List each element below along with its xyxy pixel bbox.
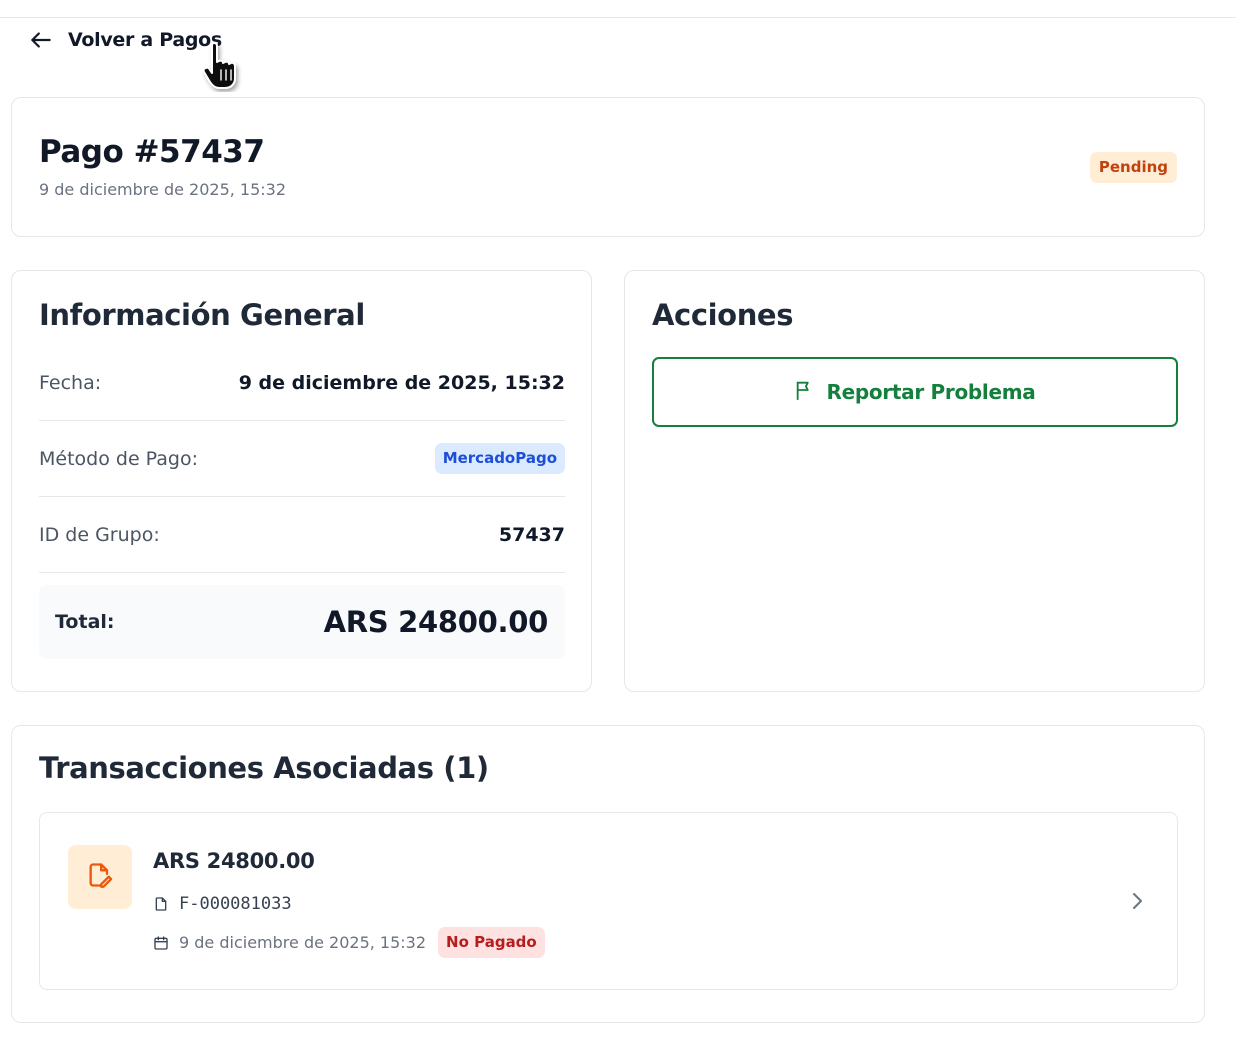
transaction-icon-box (68, 845, 132, 909)
total-label: Total: (55, 611, 115, 633)
calendar-icon (153, 935, 169, 951)
back-to-payments-link[interactable]: Volver a Pagos (28, 26, 222, 54)
payment-method-label: Método de Pago: (39, 447, 199, 470)
top-divider (0, 17, 1236, 18)
file-icon (153, 896, 169, 912)
flag-icon (794, 379, 816, 405)
total-box: Total: ARS 24800.00 (39, 585, 565, 659)
info-row-group-id: ID de Grupo: 57437 (39, 497, 565, 573)
associated-transactions-card: Transacciones Asociadas (1) ARS 24800.00… (11, 725, 1205, 1023)
group-id-value: 57437 (498, 523, 565, 546)
payment-date: 9 de diciembre de 2025, 15:32 (39, 180, 287, 199)
report-problem-label: Reportar Problema (826, 380, 1036, 404)
report-problem-button[interactable]: Reportar Problema (652, 357, 1178, 427)
general-info-card: Información General Fecha: 9 de diciembr… (11, 270, 592, 692)
date-label: Fecha: (39, 371, 102, 394)
arrow-left-icon (28, 27, 54, 53)
info-row-payment-method: Método de Pago: MercadoPago (39, 421, 565, 497)
payment-method-badge: MercadoPago (434, 443, 565, 474)
actions-card: Acciones Reportar Problema (624, 270, 1205, 692)
total-value: ARS 24800.00 (323, 605, 549, 639)
date-value: 9 de diciembre de 2025, 15:32 (238, 371, 565, 394)
actions-title: Acciones (652, 298, 794, 332)
page-title: Pago #57437 (39, 134, 265, 170)
transactions-title: Transacciones Asociadas (1) (39, 751, 489, 785)
file-edit-icon (86, 861, 114, 893)
back-link-label: Volver a Pagos (68, 29, 222, 51)
transaction-date: 9 de diciembre de 2025, 15:32 (179, 933, 427, 952)
payment-header-card: Pago #57437 9 de diciembre de 2025, 15:3… (11, 97, 1205, 237)
transaction-status-badge: No Pagado (438, 927, 545, 958)
transaction-date-row: 9 de diciembre de 2025, 15:32 No Pagado (153, 927, 545, 958)
group-id-label: ID de Grupo: (39, 523, 160, 546)
transaction-amount: ARS 24800.00 (153, 849, 315, 873)
info-row-date: Fecha: 9 de diciembre de 2025, 15:32 (39, 345, 565, 421)
general-info-title: Información General (39, 298, 365, 332)
chevron-right-icon (1125, 889, 1149, 917)
transaction-invoice-number: F-000081033 (179, 894, 292, 914)
transaction-item[interactable]: ARS 24800.00 F-000081033 9 de diciembre … (39, 812, 1178, 990)
transaction-invoice-row: F-000081033 (153, 894, 292, 914)
status-badge: Pending (1089, 152, 1177, 183)
